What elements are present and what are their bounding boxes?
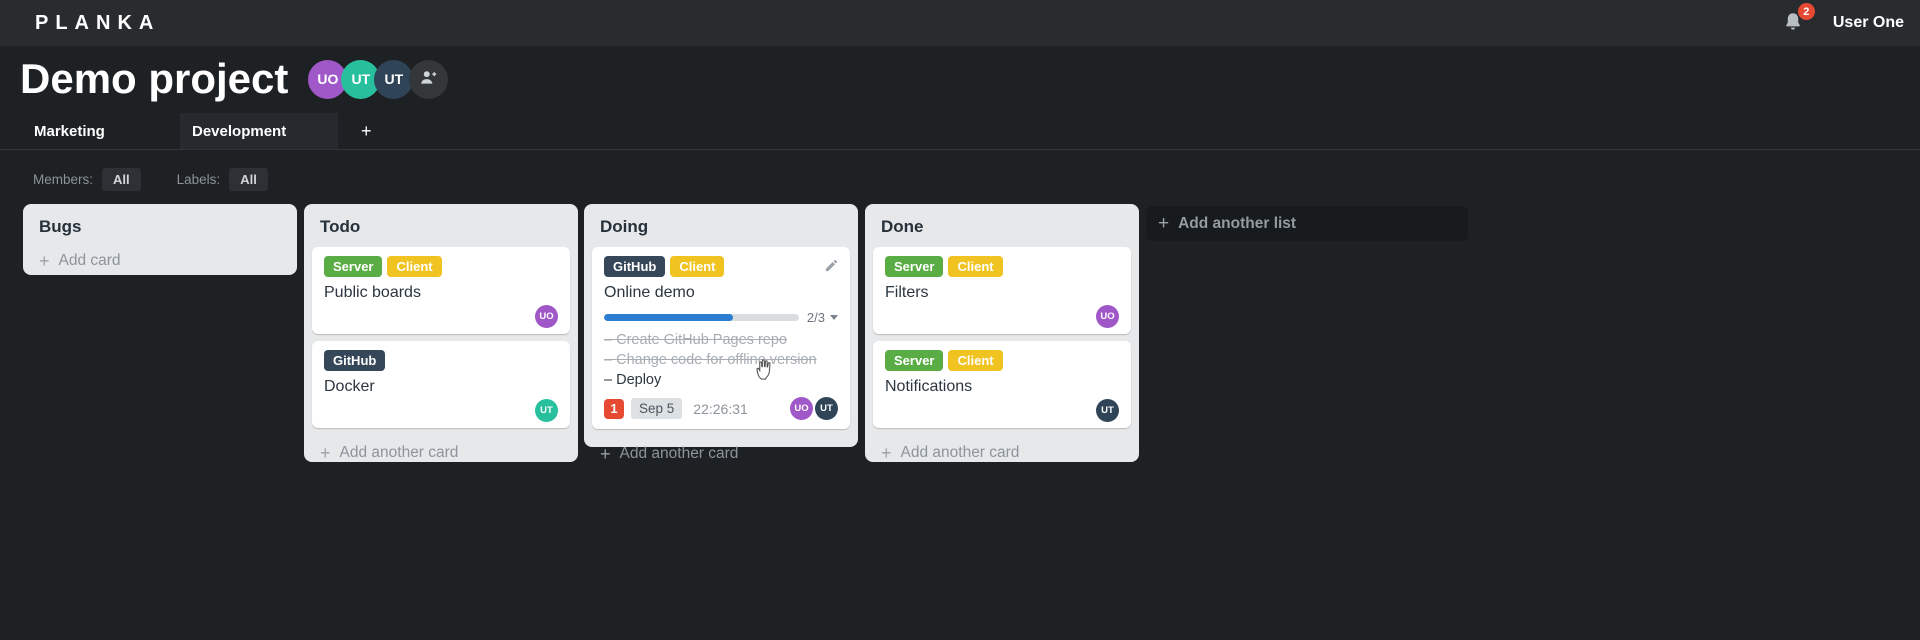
plus-icon: + <box>361 121 372 141</box>
card-labels: Server Client <box>885 256 1119 277</box>
bell-icon <box>1781 13 1805 38</box>
card-avatars: UO <box>324 305 558 328</box>
add-list-button[interactable]: + Add another list <box>1146 206 1468 241</box>
label-client[interactable]: Client <box>670 256 725 277</box>
plus-icon: + <box>39 251 50 271</box>
add-card-button[interactable]: + Add card <box>23 243 297 283</box>
members-filter-value[interactable]: All <box>102 168 141 191</box>
card-notification-badge: 1 <box>604 398 624 419</box>
card-public-boards[interactable]: Server Client Public boards UO <box>312 247 570 334</box>
card-notifications[interactable]: Server Client Notifications UT <box>873 341 1131 428</box>
member-avatar[interactable]: UT <box>374 59 414 99</box>
page-title[interactable]: Demo project <box>20 58 288 100</box>
card-member-avatar: UO <box>1096 305 1119 328</box>
label-github[interactable]: GitHub <box>324 350 386 371</box>
list-title[interactable]: Doing <box>584 204 858 243</box>
card-avatars: UO <box>885 305 1119 328</box>
list-title[interactable]: Todo <box>304 204 578 243</box>
add-board-button[interactable]: + <box>353 113 380 149</box>
label-client[interactable]: Client <box>387 256 442 277</box>
card-title: Notifications <box>885 378 973 395</box>
add-card-button[interactable]: + Add another card <box>304 435 578 475</box>
card-title: Online demo <box>604 284 695 301</box>
stopwatch-badge[interactable]: 22:26:31 <box>693 401 748 417</box>
progress-fill <box>604 314 733 321</box>
labels-filter-label: Labels: <box>176 172 221 187</box>
label-server[interactable]: Server <box>324 256 383 277</box>
list-todo: Todo Server Client Public boards UO GitH… <box>304 204 578 462</box>
card-avatars: UT <box>324 399 558 422</box>
card-avatars: UO UT <box>790 397 838 420</box>
plus-icon: + <box>320 443 331 463</box>
add-user-icon <box>418 67 439 91</box>
card-title: Public boards <box>324 284 421 301</box>
card-title: Filters <box>885 284 929 301</box>
task-item: Create GitHub Pages repo <box>604 330 838 350</box>
card-online-demo[interactable]: GitHub Client Online demo 2/3 Create Git… <box>592 247 850 429</box>
add-card-button[interactable]: + Add another card <box>584 436 858 476</box>
list-doing: Doing GitHub Client Online demo 2/3 – Cr… <box>584 204 858 463</box>
plus-icon: + <box>1158 212 1170 234</box>
tab-development[interactable]: Development <box>180 113 338 149</box>
label-server[interactable]: Server <box>885 256 944 277</box>
list-title[interactable]: Bugs <box>23 204 297 243</box>
card-member-avatar: UT <box>1096 399 1119 422</box>
edit-card-button[interactable] <box>822 256 841 278</box>
list-title[interactable]: Done <box>865 204 1139 243</box>
board-tabs: Marketing Development + <box>0 113 1920 150</box>
card-labels: GitHub <box>324 350 558 371</box>
due-date-badge[interactable]: Sep 5 <box>631 398 683 419</box>
card-meta: 1 Sep 5 22:26:31 UO UT <box>604 397 838 420</box>
labels-filter-value[interactable]: All <box>229 168 268 191</box>
card-docker[interactable]: GitHub Docker UT <box>312 341 570 428</box>
filter-bar: Members: All Labels: All <box>33 168 268 191</box>
tab-marketing[interactable]: Marketing <box>22 113 180 149</box>
notification-count-badge: 2 <box>1797 3 1815 20</box>
task-item: Deploy <box>604 370 838 390</box>
label-client[interactable]: Client <box>948 350 1003 371</box>
plus-icon: + <box>881 443 892 463</box>
project-members: UO UT UT <box>308 59 449 99</box>
add-card-button[interactable]: + Add another card <box>865 435 1139 475</box>
progress-bar <box>604 314 799 321</box>
planka-logo[interactable]: PLANKA <box>35 12 160 35</box>
label-server[interactable]: Server <box>885 350 944 371</box>
card-labels: Server Client <box>324 256 558 277</box>
card-member-avatar: UO <box>535 305 558 328</box>
label-github[interactable]: GitHub <box>604 256 666 277</box>
card-member-avatar: UO <box>790 397 813 420</box>
list-done: Done Server Client Filters UO Server Cli… <box>865 204 1139 462</box>
chevron-down-icon <box>830 315 838 320</box>
plus-icon: + <box>600 444 611 464</box>
card-filters[interactable]: Server Client Filters UO <box>873 247 1131 334</box>
pencil-icon <box>824 259 839 276</box>
tasks-toggle[interactable]: 2/3 <box>807 310 838 325</box>
planka-app: PLANKA 2 User One Demo project UO UT UT <box>0 0 1920 640</box>
project-header: Demo project UO UT UT <box>20 58 449 100</box>
topbar-right: 2 User One <box>1781 3 1904 38</box>
card-title: Docker <box>324 378 375 395</box>
add-member-button[interactable] <box>409 59 449 99</box>
top-bar: PLANKA 2 User One <box>0 0 1920 46</box>
list-bugs: Bugs + Add card <box>23 204 297 275</box>
card-avatars: UT <box>885 399 1119 422</box>
user-menu[interactable]: User One <box>1833 14 1904 32</box>
members-filter-label: Members: <box>33 172 94 187</box>
card-labels: Server Client <box>885 350 1119 371</box>
tasks-progress: 2/3 <box>604 310 838 325</box>
label-client[interactable]: Client <box>948 256 1003 277</box>
card-labels: GitHub Client <box>604 256 838 277</box>
card-member-avatar: UT <box>815 397 838 420</box>
notifications-button[interactable]: 2 <box>1781 3 1815 38</box>
card-member-avatar: UT <box>535 399 558 422</box>
task-item: Change code for offline version <box>604 350 838 370</box>
